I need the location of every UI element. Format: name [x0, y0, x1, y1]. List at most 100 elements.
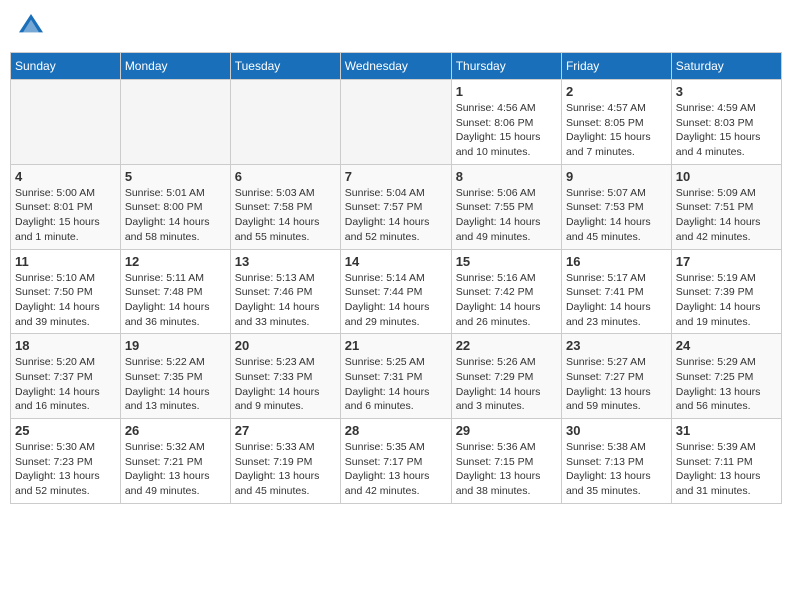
calendar-week-row: 18 Sunrise: 5:20 AM Sunset: 7:37 PM Dayli…	[11, 334, 782, 419]
calendar-day-cell: 3 Sunrise: 4:59 AM Sunset: 8:03 PM Daylig…	[671, 80, 781, 165]
day-number: 6	[235, 169, 336, 184]
day-number: 5	[125, 169, 226, 184]
day-info: Sunrise: 5:30 AM Sunset: 7:23 PM Dayligh…	[15, 440, 116, 499]
day-number: 15	[456, 254, 557, 269]
calendar-day-cell	[120, 80, 230, 165]
calendar-week-row: 25 Sunrise: 5:30 AM Sunset: 7:23 PM Dayli…	[11, 419, 782, 504]
day-number: 16	[566, 254, 667, 269]
day-number: 30	[566, 423, 667, 438]
day-number: 2	[566, 84, 667, 99]
calendar-day-cell: 28 Sunrise: 5:35 AM Sunset: 7:17 PM Dayli…	[340, 419, 451, 504]
calendar-header-row: SundayMondayTuesdayWednesdayThursdayFrid…	[11, 53, 782, 80]
calendar-day-cell: 16 Sunrise: 5:17 AM Sunset: 7:41 PM Dayli…	[561, 249, 671, 334]
day-info: Sunrise: 4:59 AM Sunset: 8:03 PM Dayligh…	[676, 101, 777, 160]
calendar-day-cell: 4 Sunrise: 5:00 AM Sunset: 8:01 PM Daylig…	[11, 164, 121, 249]
day-number: 4	[15, 169, 116, 184]
day-number: 7	[345, 169, 447, 184]
day-info: Sunrise: 5:14 AM Sunset: 7:44 PM Dayligh…	[345, 271, 447, 330]
day-info: Sunrise: 5:09 AM Sunset: 7:51 PM Dayligh…	[676, 186, 777, 245]
calendar-day-cell: 6Sunrise: 5:03 AM Sunset: 7:58 PM Daylig…	[230, 164, 340, 249]
day-number: 27	[235, 423, 336, 438]
day-number: 18	[15, 338, 116, 353]
day-info: Sunrise: 5:11 AM Sunset: 7:48 PM Dayligh…	[125, 271, 226, 330]
calendar-day-cell: 22Sunrise: 5:26 AM Sunset: 7:29 PM Dayli…	[451, 334, 561, 419]
calendar-day-cell: 26 Sunrise: 5:32 AM Sunset: 7:21 PM Dayli…	[120, 419, 230, 504]
calendar-day-cell: 1Sunrise: 4:56 AM Sunset: 8:06 PM Daylig…	[451, 80, 561, 165]
day-info: Sunrise: 5:10 AM Sunset: 7:50 PM Dayligh…	[15, 271, 116, 330]
day-info: Sunrise: 5:01 AM Sunset: 8:00 PM Dayligh…	[125, 186, 226, 245]
day-number: 8	[456, 169, 557, 184]
day-number: 1	[456, 84, 557, 99]
day-info: Sunrise: 5:39 AM Sunset: 7:11 PM Dayligh…	[676, 440, 777, 499]
day-info: Sunrise: 5:32 AM Sunset: 7:21 PM Dayligh…	[125, 440, 226, 499]
page-header	[10, 10, 782, 42]
day-number: 26	[125, 423, 226, 438]
calendar-day-cell: 20 Sunrise: 5:23 AM Sunset: 7:33 PM Dayli…	[230, 334, 340, 419]
day-info: Sunrise: 5:22 AM Sunset: 7:35 PM Dayligh…	[125, 355, 226, 414]
calendar-day-cell: 18 Sunrise: 5:20 AM Sunset: 7:37 PM Dayli…	[11, 334, 121, 419]
day-info: Sunrise: 5:17 AM Sunset: 7:41 PM Dayligh…	[566, 271, 667, 330]
calendar-day-cell: 12 Sunrise: 5:11 AM Sunset: 7:48 PM Dayli…	[120, 249, 230, 334]
calendar-table: SundayMondayTuesdayWednesdayThursdayFrid…	[10, 52, 782, 504]
calendar-day-cell: 2 Sunrise: 4:57 AM Sunset: 8:05 PM Daylig…	[561, 80, 671, 165]
day-number: 3	[676, 84, 777, 99]
calendar-day-cell: 11 Sunrise: 5:10 AM Sunset: 7:50 PM Dayli…	[11, 249, 121, 334]
day-info: Sunrise: 5:07 AM Sunset: 7:53 PM Dayligh…	[566, 186, 667, 245]
day-info: Sunrise: 5:16 AM Sunset: 7:42 PM Dayligh…	[456, 271, 557, 330]
calendar-week-row: 11 Sunrise: 5:10 AM Sunset: 7:50 PM Dayli…	[11, 249, 782, 334]
day-number: 13	[235, 254, 336, 269]
day-of-week-header: Tuesday	[230, 53, 340, 80]
day-number: 19	[125, 338, 226, 353]
day-number: 28	[345, 423, 447, 438]
day-number: 29	[456, 423, 557, 438]
calendar-day-cell: 9 Sunrise: 5:07 AM Sunset: 7:53 PM Daylig…	[561, 164, 671, 249]
day-number: 17	[676, 254, 777, 269]
day-info: Sunrise: 5:33 AM Sunset: 7:19 PM Dayligh…	[235, 440, 336, 499]
calendar-day-cell: 24Sunrise: 5:29 AM Sunset: 7:25 PM Dayli…	[671, 334, 781, 419]
day-info: Sunrise: 5:04 AM Sunset: 7:57 PM Dayligh…	[345, 186, 447, 245]
calendar-day-cell: 15 Sunrise: 5:16 AM Sunset: 7:42 PM Dayli…	[451, 249, 561, 334]
calendar-day-cell: 14 Sunrise: 5:14 AM Sunset: 7:44 PM Dayli…	[340, 249, 451, 334]
day-number: 31	[676, 423, 777, 438]
calendar-week-row: 4 Sunrise: 5:00 AM Sunset: 8:01 PM Daylig…	[11, 164, 782, 249]
calendar-day-cell: 31 Sunrise: 5:39 AM Sunset: 7:11 PM Dayli…	[671, 419, 781, 504]
day-number: 10	[676, 169, 777, 184]
day-number: 25	[15, 423, 116, 438]
calendar-day-cell	[340, 80, 451, 165]
day-info: Sunrise: 5:00 AM Sunset: 8:01 PM Dayligh…	[15, 186, 116, 245]
day-info: Sunrise: 5:27 AM Sunset: 7:27 PM Dayligh…	[566, 355, 667, 414]
day-info: Sunrise: 5:20 AM Sunset: 7:37 PM Dayligh…	[15, 355, 116, 414]
day-info: Sunrise: 5:23 AM Sunset: 7:33 PM Dayligh…	[235, 355, 336, 414]
day-info: Sunrise: 5:38 AM Sunset: 7:13 PM Dayligh…	[566, 440, 667, 499]
day-number: 12	[125, 254, 226, 269]
day-info: Sunrise: 5:35 AM Sunset: 7:17 PM Dayligh…	[345, 440, 447, 499]
calendar-day-cell: 5 Sunrise: 5:01 AM Sunset: 8:00 PM Daylig…	[120, 164, 230, 249]
calendar-day-cell: 23 Sunrise: 5:27 AM Sunset: 7:27 PM Dayli…	[561, 334, 671, 419]
day-info: Sunrise: 4:57 AM Sunset: 8:05 PM Dayligh…	[566, 101, 667, 160]
day-info: Sunrise: 5:19 AM Sunset: 7:39 PM Dayligh…	[676, 271, 777, 330]
calendar-day-cell: 10 Sunrise: 5:09 AM Sunset: 7:51 PM Dayli…	[671, 164, 781, 249]
day-number: 20	[235, 338, 336, 353]
calendar-day-cell: 30 Sunrise: 5:38 AM Sunset: 7:13 PM Dayli…	[561, 419, 671, 504]
calendar-day-cell	[11, 80, 121, 165]
calendar-day-cell: 27 Sunrise: 5:33 AM Sunset: 7:19 PM Dayli…	[230, 419, 340, 504]
calendar-day-cell: 17 Sunrise: 5:19 AM Sunset: 7:39 PM Dayli…	[671, 249, 781, 334]
calendar-day-cell: 25 Sunrise: 5:30 AM Sunset: 7:23 PM Dayli…	[11, 419, 121, 504]
calendar-day-cell	[230, 80, 340, 165]
calendar-day-cell: 8 Sunrise: 5:06 AM Sunset: 7:55 PM Daylig…	[451, 164, 561, 249]
calendar-day-cell: 21Sunrise: 5:25 AM Sunset: 7:31 PM Dayli…	[340, 334, 451, 419]
day-of-week-header: Monday	[120, 53, 230, 80]
day-info: Sunrise: 5:06 AM Sunset: 7:55 PM Dayligh…	[456, 186, 557, 245]
day-number: 23	[566, 338, 667, 353]
day-number: 9	[566, 169, 667, 184]
day-number: 11	[15, 254, 116, 269]
day-info: Sunrise: 5:13 AM Sunset: 7:46 PM Dayligh…	[235, 271, 336, 330]
day-of-week-header: Sunday	[11, 53, 121, 80]
day-info: Sunrise: 5:26 AM Sunset: 7:29 PM Dayligh…	[456, 355, 557, 414]
day-number: 14	[345, 254, 447, 269]
logo	[15, 10, 51, 42]
calendar-day-cell: 19 Sunrise: 5:22 AM Sunset: 7:35 PM Dayli…	[120, 334, 230, 419]
day-of-week-header: Saturday	[671, 53, 781, 80]
day-info: Sunrise: 5:29 AM Sunset: 7:25 PM Dayligh…	[676, 355, 777, 414]
day-of-week-header: Friday	[561, 53, 671, 80]
